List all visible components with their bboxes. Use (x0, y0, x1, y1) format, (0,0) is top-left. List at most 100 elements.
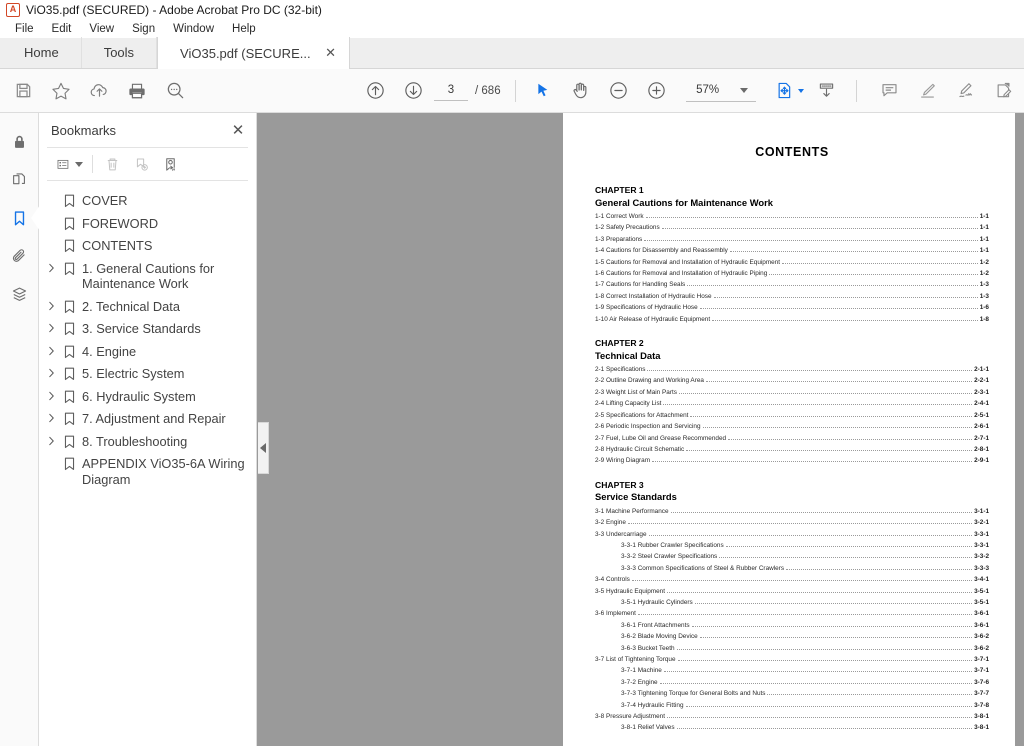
menu-view[interactable]: View (80, 20, 123, 38)
toc-entry[interactable]: 2-3 Weight List of Main Parts 2-3-1 (595, 387, 989, 398)
layers-icon[interactable] (0, 275, 39, 313)
chevron-down-icon[interactable] (739, 87, 748, 93)
toc-entry[interactable]: 3-7-4 Hydraulic Fitting 3-7-8 (595, 700, 989, 711)
security-lock-icon[interactable] (0, 123, 39, 161)
toc-entry[interactable]: 3-8-1 Relief Valves 3-8-1 (595, 722, 989, 733)
bookmark-item-chapter-4[interactable]: 4. Engine (39, 340, 256, 363)
toc-entry[interactable]: 1-9 Specifications of Hydraulic Hose 1-6 (595, 302, 989, 313)
search-icon[interactable] (156, 72, 194, 110)
delete-bookmark-icon[interactable] (99, 151, 125, 177)
scroll-mode-icon[interactable] (808, 72, 846, 110)
expand-chevron-icon[interactable] (43, 320, 59, 333)
tab-tools[interactable]: Tools (82, 37, 158, 68)
bookmark-options-chevron-icon[interactable] (75, 161, 83, 167)
bookmark-item-chapter-7[interactable]: 7. Adjustment and Repair (39, 407, 256, 430)
expand-chevron-icon[interactable] (43, 343, 59, 356)
expand-chevron-icon[interactable] (43, 365, 59, 378)
bookmark-item-chapter-5[interactable]: 5. Electric System (39, 362, 256, 385)
toc-entry[interactable]: 3-4 Controls 3-4-1 (595, 574, 989, 585)
page-thumbnails-icon[interactable] (0, 161, 39, 199)
toc-entry[interactable]: 3-7 List of Tightening Torque 3-7-1 (595, 654, 989, 665)
toc-entry[interactable]: 2-1 Specifications 2-1-1 (595, 364, 989, 375)
highlight-icon[interactable] (909, 72, 947, 110)
save-icon[interactable] (4, 72, 42, 110)
cloud-upload-icon[interactable] (80, 72, 118, 110)
toc-entry[interactable]: 3-7-3 Tightening Torque for General Bolt… (595, 688, 989, 699)
expand-chevron-icon[interactable] (43, 388, 59, 401)
bookmark-options-icon[interactable] (57, 151, 83, 177)
collapse-panel-handle[interactable] (258, 422, 269, 474)
toc-entry[interactable]: 3-5-1 Hydraulic Cylinders 3-5-1 (595, 597, 989, 608)
toc-entry[interactable]: 1-2 Safety Precautions 1-1 (595, 222, 989, 233)
toc-entry[interactable]: 2-4 Lifting Capacity List 2-4-1 (595, 398, 989, 409)
tab-document[interactable]: ViO35.pdf (SECURE... ✕ (157, 37, 350, 69)
toc-entry[interactable]: 1-7 Cautions for Handling Seals 1-3 (595, 279, 989, 290)
expand-chevron-icon[interactable] (43, 298, 59, 311)
page-number-input[interactable] (434, 80, 468, 101)
toc-entry[interactable]: 1-5 Cautions for Removal and Installatio… (595, 257, 989, 268)
toc-entry[interactable]: 1-1 Correct Work 1-1 (595, 211, 989, 222)
hand-tool-icon[interactable] (562, 72, 600, 110)
toc-entry[interactable]: 3-7-2 Engine 3-7-6 (595, 677, 989, 688)
toc-entry[interactable]: 3-3-1 Rubber Crawler Specifications 3-3-1 (595, 540, 989, 551)
print-icon[interactable] (118, 72, 156, 110)
bookmark-item-foreword[interactable]: FOREWORD (39, 212, 256, 235)
toc-entry[interactable]: 1-4 Cautions for Disassembly and Reassem… (595, 245, 989, 256)
toc-entry[interactable]: 2-8 Hydraulic Circuit Schematic 2-8-1 (595, 444, 989, 455)
bookmark-item-chapter-6[interactable]: 6. Hydraulic System (39, 385, 256, 408)
bookmark-item-contents[interactable]: CONTENTS (39, 234, 256, 257)
zoom-control[interactable]: 57% (685, 80, 756, 102)
tab-home[interactable]: Home (2, 37, 82, 68)
bookmark-item-chapter-3[interactable]: 3. Service Standards (39, 317, 256, 340)
bookmark-item-chapter-2[interactable]: 2. Technical Data (39, 295, 256, 318)
toc-entry[interactable]: 1-10 Air Release of Hydraulic Equipment 1… (595, 314, 989, 325)
comment-icon[interactable] (871, 72, 909, 110)
toc-entry[interactable]: 3-5 Hydraulic Equipment 3-5-1 (595, 586, 989, 597)
toc-entry[interactable]: 3-1 Machine Performance 3-1-1 (595, 506, 989, 517)
zoom-out-icon[interactable] (600, 72, 638, 110)
next-page-icon[interactable] (394, 72, 432, 110)
toc-entry[interactable]: 2-9 Wiring Diagram 2-9-1 (595, 455, 989, 466)
toc-entry[interactable]: 3-7-1 Machine 3-7-1 (595, 665, 989, 676)
toc-entry[interactable]: 2-6 Periodic Inspection and Servicing 2-6… (595, 421, 989, 432)
new-bookmark-icon[interactable] (128, 151, 154, 177)
toc-entry[interactable]: 1-3 Preparations 1-1 (595, 234, 989, 245)
attachments-icon[interactable] (0, 237, 39, 275)
toc-entry[interactable]: 3-3-3 Common Specifications of Steel & R… (595, 563, 989, 574)
bookmark-item-chapter-8[interactable]: 8. Troubleshooting (39, 430, 256, 453)
menu-help[interactable]: Help (223, 20, 265, 38)
expand-chevron-icon[interactable] (43, 433, 59, 446)
toc-entry[interactable]: 3-6-3 Bucket Teeth 3-6-2 (595, 643, 989, 654)
previous-page-icon[interactable] (356, 72, 394, 110)
bookmark-item-chapter-1[interactable]: 1. General Cautions for Maintenance Work (39, 257, 256, 295)
toc-entry[interactable]: 1-8 Correct Installation of Hydraulic Ho… (595, 291, 989, 302)
pdf-viewer[interactable]: CONTENTS CHAPTER 1 General Cautions for M… (257, 113, 1024, 746)
bookmarks-icon[interactable] (0, 199, 40, 237)
bookmark-item-cover[interactable]: COVER (39, 189, 256, 212)
select-cursor-icon[interactable] (524, 72, 562, 110)
fit-options-chevron-icon[interactable] (797, 88, 804, 93)
select-bookmark-icon[interactable] (157, 151, 183, 177)
toc-entry[interactable]: 3-3 Undercarriage 3-3-1 (595, 529, 989, 540)
menu-sign[interactable]: Sign (123, 20, 164, 38)
toc-entry[interactable]: 2-2 Outline Drawing and Working Area 2-2-… (595, 375, 989, 386)
toc-entry[interactable]: 2-7 Fuel, Lube Oil and Grease Recommende… (595, 433, 989, 444)
zoom-in-icon[interactable] (638, 72, 676, 110)
expand-chevron-icon[interactable] (43, 260, 59, 273)
menu-file[interactable]: File (6, 20, 43, 38)
toc-entry[interactable]: 3-6-1 Front Attachments 3-6-1 (595, 620, 989, 631)
menu-window[interactable]: Window (164, 20, 223, 38)
sign-icon[interactable] (947, 72, 985, 110)
star-icon[interactable] (42, 72, 80, 110)
toc-entry[interactable]: 3-2 Engine 3-2-1 (595, 517, 989, 528)
toc-entry[interactable]: 3-3-2 Steel Crawler Specifications 3-3-2 (595, 551, 989, 562)
close-bookmarks-panel-icon[interactable]: ✕ (230, 123, 246, 138)
fill-and-sign-icon[interactable] (985, 72, 1023, 110)
toc-entry[interactable]: 3-8 Pressure Adjustment 3-8-1 (595, 711, 989, 722)
toc-entry[interactable]: 3-6-2 Blade Moving Device 3-6-2 (595, 631, 989, 642)
toc-entry[interactable]: 2-5 Specifications for Attachment 2-5-1 (595, 410, 989, 421)
toc-entry[interactable]: 1-6 Cautions for Removal and Installatio… (595, 268, 989, 279)
expand-chevron-icon[interactable] (43, 410, 59, 423)
bookmark-item-appendix[interactable]: APPENDIX ViO35-6A Wiring Diagram (39, 452, 256, 490)
fit-page-icon[interactable] (770, 72, 808, 110)
